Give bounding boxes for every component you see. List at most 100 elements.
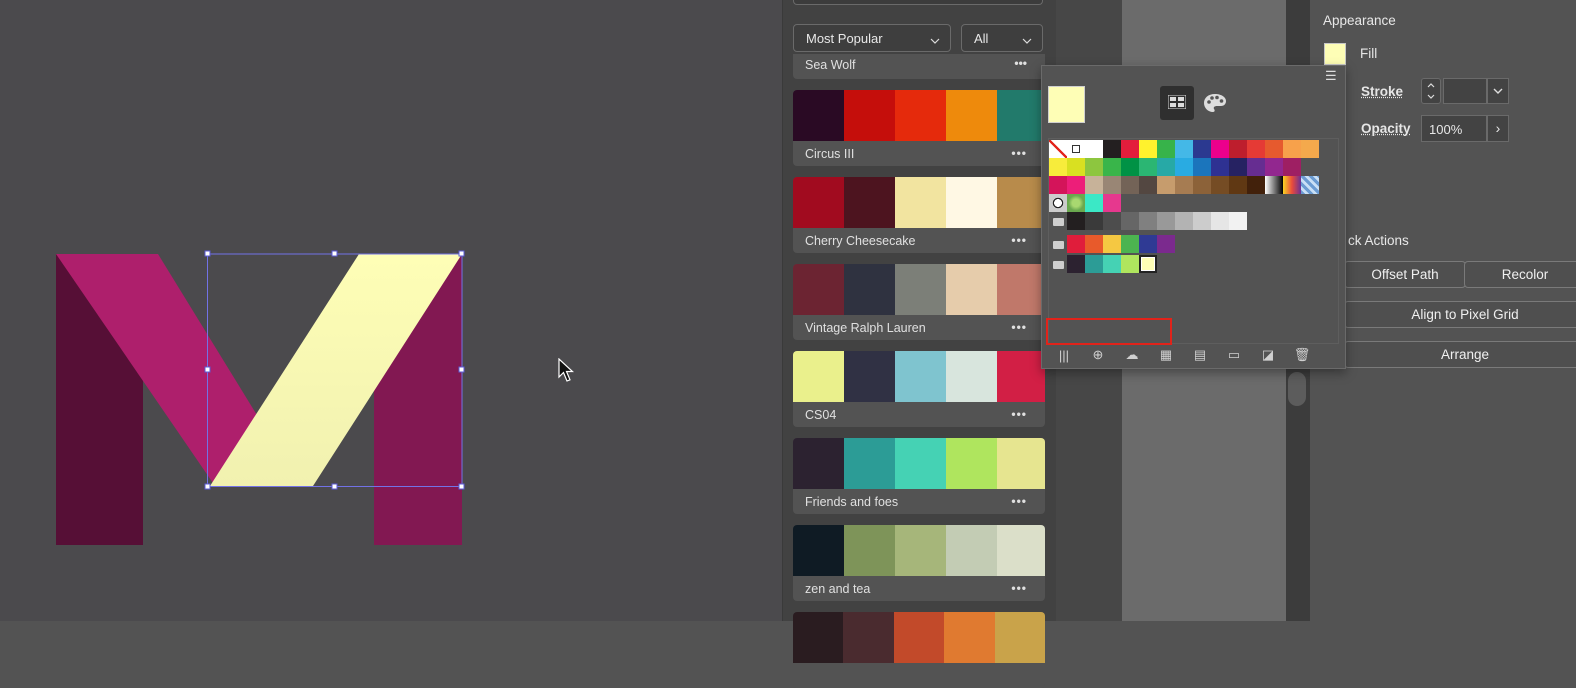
theme-color-chip[interactable]: [793, 264, 844, 315]
color-swatch[interactable]: [1121, 212, 1139, 230]
color-swatch[interactable]: [1103, 255, 1121, 273]
theme-card[interactable]: Vintage Ralph Lauren •••: [793, 264, 1045, 340]
theme-color-chip[interactable]: [895, 438, 946, 489]
theme-color-chip[interactable]: [895, 90, 946, 141]
theme-color-chip[interactable]: [793, 351, 844, 402]
theme-color-chip[interactable]: [895, 525, 946, 576]
theme-card[interactable]: Cherry Cheesecake •••: [793, 177, 1045, 253]
theme-color-chip[interactable]: [946, 351, 997, 402]
sort-dropdown[interactable]: Most Popular: [793, 24, 951, 52]
color-swatch[interactable]: [1139, 140, 1157, 158]
gradient-swatch[interactable]: [1283, 176, 1301, 194]
theme-color-chip[interactable]: [944, 612, 995, 663]
more-options-icon[interactable]: •••: [1011, 407, 1027, 421]
color-swatch[interactable]: [1283, 140, 1301, 158]
theme-color-chip[interactable]: [997, 264, 1045, 315]
color-swatch[interactable]: [1085, 235, 1103, 253]
color-swatch[interactable]: [1085, 212, 1103, 230]
pattern-swatch[interactable]: [1067, 194, 1085, 212]
color-swatch[interactable]: [1103, 212, 1121, 230]
color-swatch[interactable]: [1085, 140, 1103, 158]
theme-color-chip[interactable]: [844, 351, 895, 402]
pattern-swatch[interactable]: [1301, 176, 1319, 194]
theme-color-chip[interactable]: [893, 612, 945, 663]
align-to-pixel-grid-button[interactable]: Align to Pixel Grid: [1344, 301, 1576, 328]
new-group-folder-icon[interactable]: ▭: [1224, 347, 1244, 363]
theme-card[interactable]: Sea Wolf •••: [793, 54, 1045, 79]
theme-color-chip[interactable]: [997, 351, 1045, 402]
opacity-label[interactable]: Opacity: [1361, 121, 1411, 136]
color-swatch[interactable]: [1049, 158, 1067, 176]
color-swatch[interactable]: [1085, 255, 1103, 273]
color-swatch[interactable]: [1175, 158, 1193, 176]
theme-color-chip[interactable]: [793, 525, 844, 576]
color-swatch[interactable]: [1211, 212, 1229, 230]
fill-swatch[interactable]: [1324, 43, 1346, 65]
theme-card[interactable]: [793, 612, 1045, 688]
color-swatch[interactable]: [1193, 158, 1211, 176]
color-swatch[interactable]: [1247, 140, 1265, 158]
theme-color-chip[interactable]: [895, 351, 946, 402]
color-swatch[interactable]: [1157, 176, 1175, 194]
color-swatch[interactable]: [1067, 235, 1085, 253]
theme-color-chip[interactable]: [844, 90, 895, 141]
theme-color-chip[interactable]: [844, 177, 895, 228]
theme-color-chip[interactable]: [946, 264, 997, 315]
swatch-list-icon[interactable]: ▤: [1190, 347, 1210, 363]
more-options-icon[interactable]: •••: [1014, 56, 1027, 70]
gradient-swatch[interactable]: [1265, 176, 1283, 194]
theme-color-chip[interactable]: [895, 264, 946, 315]
m-logo-artwork[interactable]: [0, 0, 782, 621]
theme-color-chip[interactable]: [946, 525, 997, 576]
opacity-arrow-icon[interactable]: ›: [1487, 115, 1509, 142]
color-swatch[interactable]: [1139, 212, 1157, 230]
theme-color-chip[interactable]: [997, 90, 1045, 141]
color-swatch[interactable]: [1139, 176, 1157, 194]
theme-color-chip[interactable]: [793, 612, 844, 663]
theme-color-chip[interactable]: [997, 177, 1045, 228]
swatches-view-icon[interactable]: [1160, 86, 1194, 120]
color-swatch[interactable]: [1067, 255, 1085, 273]
more-options-icon[interactable]: •••: [1011, 146, 1027, 160]
color-swatch[interactable]: [1103, 176, 1121, 194]
color-swatch[interactable]: [1139, 235, 1157, 253]
stroke-label[interactable]: Stroke: [1361, 84, 1403, 99]
color-swatch[interactable]: [1193, 140, 1211, 158]
color-swatch[interactable]: [1157, 140, 1175, 158]
color-swatch[interactable]: [1157, 235, 1175, 253]
theme-card[interactable]: Friends and foes •••: [793, 438, 1045, 514]
search-field-edge[interactable]: [793, 0, 1043, 5]
color-swatch[interactable]: [1157, 158, 1175, 176]
color-swatch[interactable]: [1121, 235, 1139, 253]
theme-card[interactable]: CS04 •••: [793, 351, 1045, 427]
color-swatch[interactable]: [1067, 158, 1085, 176]
category-dropdown[interactable]: All: [961, 24, 1043, 52]
show-kinds-icon[interactable]: ⊕: [1088, 347, 1108, 363]
color-swatch[interactable]: [1211, 158, 1229, 176]
color-swatch[interactable]: [1085, 194, 1103, 212]
artboard-canvas[interactable]: [0, 0, 782, 621]
color-group-folder-icon[interactable]: [1049, 255, 1067, 273]
color-swatch[interactable]: [1121, 158, 1139, 176]
color-swatch[interactable]: [1121, 140, 1139, 158]
color-swatch[interactable]: [1247, 176, 1265, 194]
color-swatch[interactable]: [1049, 176, 1067, 194]
theme-color-chip[interactable]: [844, 264, 895, 315]
theme-color-chip[interactable]: [997, 438, 1045, 489]
selected-color-swatch[interactable]: [1139, 255, 1157, 273]
theme-color-chip[interactable]: [895, 177, 946, 228]
cloud-icon[interactable]: ☁: [1122, 347, 1142, 363]
theme-color-chip[interactable]: [844, 525, 895, 576]
color-swatch[interactable]: [1103, 235, 1121, 253]
color-swatch[interactable]: [1247, 158, 1265, 176]
color-palette-icon[interactable]: [1198, 86, 1232, 120]
color-swatch[interactable]: [1229, 212, 1247, 230]
theme-color-chip[interactable]: [946, 177, 997, 228]
color-group-folder-icon[interactable]: [1049, 235, 1067, 253]
color-swatch[interactable]: [1085, 158, 1103, 176]
color-swatch[interactable]: [1067, 176, 1085, 194]
theme-color-chip[interactable]: [793, 177, 844, 228]
color-swatch[interactable]: [1211, 176, 1229, 194]
theme-card[interactable]: zen and tea •••: [793, 525, 1045, 601]
theme-color-chip[interactable]: [997, 525, 1045, 576]
